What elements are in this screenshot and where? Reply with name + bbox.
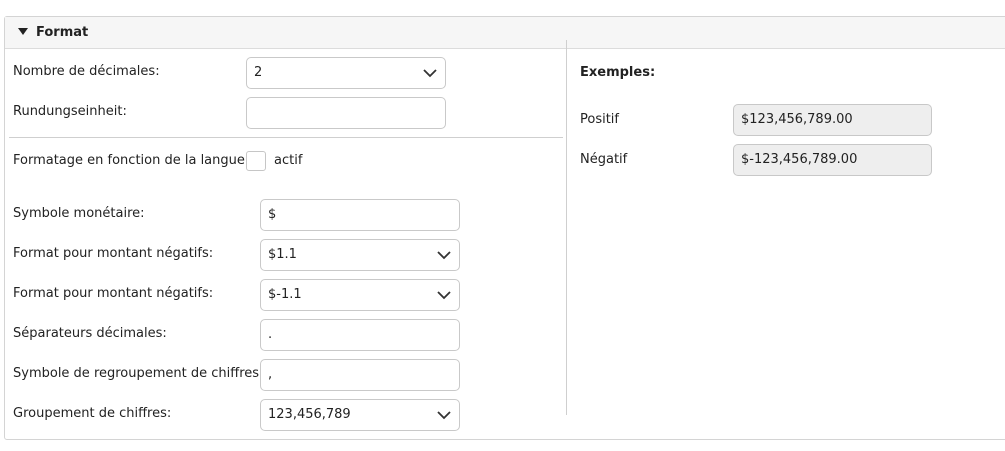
positive-format-value: $1.1 xyxy=(268,247,297,262)
examples-title: Exemples: xyxy=(580,65,656,80)
negative-example-value: $-123,456,789.00 xyxy=(741,152,858,167)
rounding-label: Rundungseinheit: xyxy=(13,104,127,119)
negative-format-value: $-1.1 xyxy=(268,287,302,302)
grouping-symbol-value: , xyxy=(268,367,273,382)
currency-symbol-label: Symbole monétaire: xyxy=(13,206,145,221)
section-title: Format xyxy=(36,25,89,40)
collapse-triangle-icon[interactable] xyxy=(18,28,28,35)
digit-grouping-select[interactable]: 123,456,789 xyxy=(260,399,460,431)
grouping-symbol-input[interactable]: , xyxy=(260,359,460,391)
locale-format-checkbox-label[interactable]: actif xyxy=(274,153,302,168)
decimal-separator-value: . xyxy=(268,327,273,342)
chevron-down-icon xyxy=(423,69,437,78)
positive-example-label: Positif xyxy=(580,112,619,127)
negative-example-label: Négatif xyxy=(580,152,628,167)
negative-format-label: Format pour montant négatifs: xyxy=(13,286,214,301)
positive-example-value: $123,456,789.00 xyxy=(741,112,853,127)
negative-format-select[interactable]: $-1.1 xyxy=(260,279,460,311)
column-divider xyxy=(566,40,567,415)
decimals-value: 2 xyxy=(254,65,263,80)
rounding-input[interactable] xyxy=(246,97,446,129)
decimals-select[interactable]: 2 xyxy=(246,57,446,89)
locale-format-checkbox[interactable] xyxy=(246,151,266,171)
chevron-down-icon xyxy=(437,251,451,260)
format-section-header[interactable]: Format xyxy=(5,17,1005,49)
negative-example-field: $-123,456,789.00 xyxy=(733,144,932,176)
positive-format-label: Format pour montant négatifs: xyxy=(13,246,214,261)
divider xyxy=(9,137,563,138)
decimal-separator-input[interactable]: . xyxy=(260,319,460,351)
chevron-down-icon xyxy=(437,411,451,420)
grouping-symbol-label: Symbole de regroupement de chiffres: xyxy=(13,366,264,381)
currency-symbol-input[interactable]: $ xyxy=(260,199,460,231)
digit-grouping-label: Groupement de chiffres: xyxy=(13,406,172,421)
digit-grouping-value: 123,456,789 xyxy=(268,407,351,422)
locale-format-label: Formatage en fonction de la langue: xyxy=(13,153,250,168)
chevron-down-icon xyxy=(437,291,451,300)
positive-format-select[interactable]: $1.1 xyxy=(260,239,460,271)
currency-symbol-value: $ xyxy=(268,207,277,222)
positive-example-field: $123,456,789.00 xyxy=(733,104,932,136)
decimals-label: Nombre de décimales: xyxy=(13,64,160,79)
decimal-separator-label: Séparateurs décimales: xyxy=(13,326,167,341)
